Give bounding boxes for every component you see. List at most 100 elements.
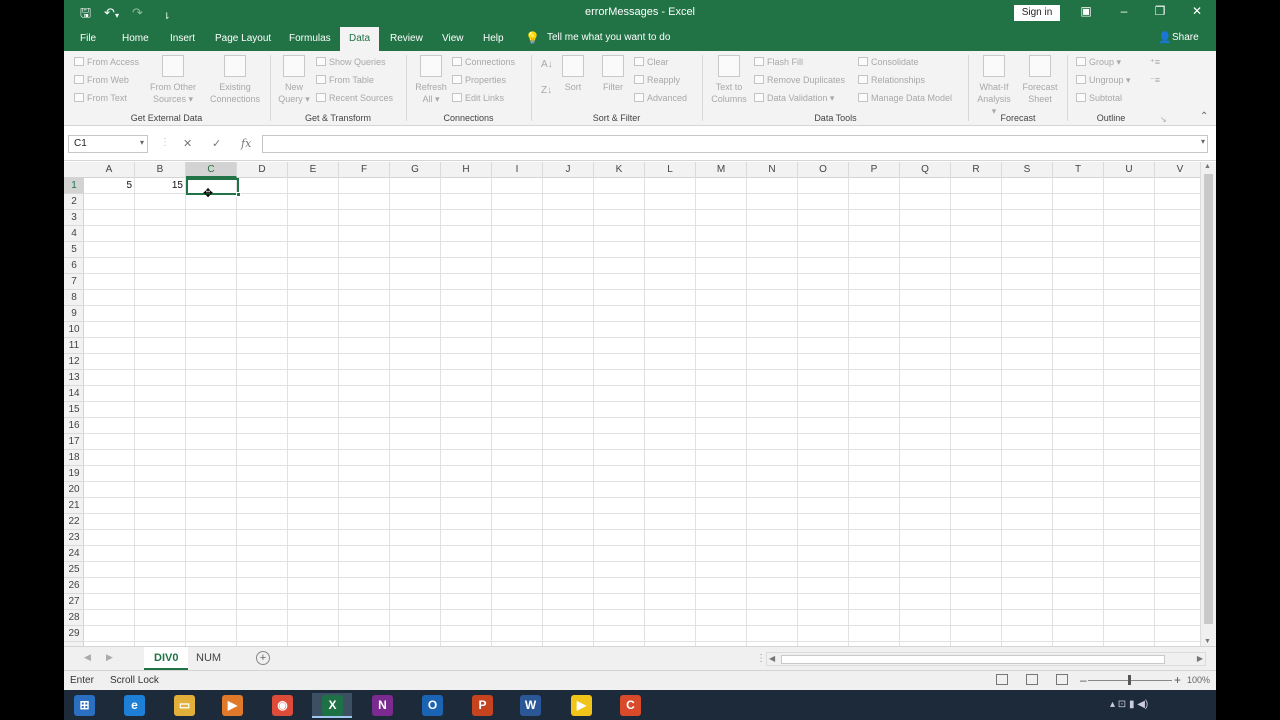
next-sheet-icon[interactable]: ▶: [106, 652, 113, 663]
row-header-17[interactable]: 17: [64, 434, 84, 450]
tab-page-layout[interactable]: Page Layout: [215, 33, 271, 44]
sort-descending-icon[interactable]: Z↓: [541, 85, 552, 96]
insert-function-icon[interactable]: fx: [241, 137, 251, 150]
from-access-button[interactable]: From Access: [74, 57, 139, 67]
zoom-level[interactable]: 100%: [1187, 675, 1210, 685]
outline-settings-launcher-icon[interactable]: ↘: [1160, 115, 1167, 124]
from-text-button[interactable]: From Text: [74, 93, 127, 103]
column-header-r[interactable]: R: [951, 162, 1002, 178]
from-table-button[interactable]: From Table: [316, 75, 374, 85]
taskbar-media-player[interactable]: ▶: [212, 693, 252, 718]
scroll-down-icon[interactable]: ▼: [1204, 638, 1211, 645]
row-header-23[interactable]: 23: [64, 530, 84, 546]
tab-view[interactable]: View: [442, 33, 464, 44]
column-header-s[interactable]: S: [1002, 162, 1053, 178]
ribbon-display-options-icon[interactable]: ▣: [1076, 4, 1096, 18]
taskbar-excel[interactable]: X: [312, 693, 352, 718]
column-header-c[interactable]: C: [186, 162, 237, 178]
reapply-button[interactable]: Reapply: [634, 75, 680, 85]
cell-area[interactable]: 5 15: [84, 178, 1200, 646]
tab-formulas[interactable]: Formulas: [289, 33, 331, 44]
close-icon[interactable]: ✕: [1187, 4, 1207, 18]
column-header-e[interactable]: E: [288, 162, 339, 178]
new-query-button[interactable]: New Query ▾: [276, 55, 312, 105]
data-validation-button[interactable]: Data Validation ▾: [754, 93, 834, 104]
column-header-h[interactable]: H: [441, 162, 492, 178]
row-header-1[interactable]: 1: [64, 178, 84, 194]
column-header-j[interactable]: J: [543, 162, 594, 178]
column-header-v[interactable]: V: [1155, 162, 1206, 178]
row-header-9[interactable]: 9: [64, 306, 84, 322]
manage-data-model-button[interactable]: Manage Data Model: [858, 93, 952, 103]
horizontal-scrollbar[interactable]: ◀ ▶: [766, 652, 1206, 666]
zoom-in-icon[interactable]: +: [1174, 673, 1181, 687]
refresh-all-button[interactable]: Refresh All ▾: [412, 55, 450, 105]
tab-insert[interactable]: Insert: [170, 33, 195, 44]
recent-sources-button[interactable]: Recent Sources: [316, 93, 393, 103]
row-header-25[interactable]: 25: [64, 562, 84, 578]
advanced-button[interactable]: Advanced: [634, 93, 687, 103]
prev-sheet-icon[interactable]: ◀: [84, 652, 91, 663]
what-if-analysis-button[interactable]: What-If Analysis ▾: [974, 55, 1014, 117]
row-header-6[interactable]: 6: [64, 258, 84, 274]
taskbar-internet-explorer[interactable]: e: [114, 693, 154, 718]
column-header-a[interactable]: A: [84, 162, 135, 178]
scroll-right-icon[interactable]: ▶: [1197, 654, 1203, 663]
vertical-scroll-thumb[interactable]: [1204, 174, 1213, 624]
subtotal-button[interactable]: Subtotal: [1076, 93, 1122, 103]
row-header-16[interactable]: 16: [64, 418, 84, 434]
taskbar-word[interactable]: W: [510, 693, 550, 718]
column-header-o[interactable]: O: [798, 162, 849, 178]
column-header-u[interactable]: U: [1104, 162, 1155, 178]
system-tray[interactable]: ▴ ⊡ ▮ ◀): [1110, 699, 1148, 710]
existing-connections-button[interactable]: Existing Connections: [206, 55, 264, 105]
text-to-columns-button[interactable]: Text to Columns: [708, 55, 750, 105]
sheet-tab-num[interactable]: NUM: [186, 647, 231, 670]
row-header-10[interactable]: 10: [64, 322, 84, 338]
column-header-m[interactable]: M: [696, 162, 747, 178]
name-box-dropdown-icon[interactable]: ▾: [140, 138, 144, 147]
tab-help[interactable]: Help: [483, 33, 504, 44]
row-header-15[interactable]: 15: [64, 402, 84, 418]
remove-duplicates-button[interactable]: Remove Duplicates: [754, 75, 845, 85]
tab-data[interactable]: Data: [340, 27, 380, 52]
scroll-up-icon[interactable]: ▲: [1204, 163, 1211, 170]
taskbar-chrome[interactable]: ◉: [262, 693, 302, 718]
row-header-11[interactable]: 11: [64, 338, 84, 354]
filter-button[interactable]: Filter: [596, 55, 630, 93]
sort-button[interactable]: Sort: [558, 55, 588, 93]
collapse-ribbon-icon[interactable]: ⌃: [1200, 111, 1208, 122]
taskbar-start[interactable]: ⊞: [64, 693, 104, 718]
flash-fill-button[interactable]: Flash Fill: [754, 57, 803, 67]
column-header-p[interactable]: P: [849, 162, 900, 178]
cell-b1[interactable]: 15: [135, 178, 186, 194]
row-header-20[interactable]: 20: [64, 482, 84, 498]
row-header-4[interactable]: 4: [64, 226, 84, 242]
connections-button[interactable]: Connections: [452, 57, 515, 67]
row-header-8[interactable]: 8: [64, 290, 84, 306]
row-header-24[interactable]: 24: [64, 546, 84, 562]
scroll-left-icon[interactable]: ◀: [769, 654, 775, 663]
column-header-d[interactable]: D: [237, 162, 288, 178]
row-header-18[interactable]: 18: [64, 450, 84, 466]
taskbar-powerpoint[interactable]: P: [462, 693, 502, 718]
sheet-tab-div0[interactable]: DIV0: [144, 647, 189, 670]
row-header-29[interactable]: 29: [64, 626, 84, 642]
sign-in-button[interactable]: Sign in: [1014, 5, 1060, 21]
row-header-12[interactable]: 12: [64, 354, 84, 370]
tab-home[interactable]: Home: [122, 33, 149, 44]
group-button[interactable]: Group ▾: [1076, 57, 1121, 68]
taskbar-file-explorer[interactable]: ▭: [164, 693, 204, 718]
minimize-icon[interactable]: –: [1114, 4, 1134, 18]
zoom-out-icon[interactable]: –: [1080, 673, 1087, 687]
forecast-sheet-button[interactable]: Forecast Sheet: [1020, 55, 1060, 105]
vertical-scrollbar[interactable]: ▲ ▼: [1200, 162, 1216, 646]
show-queries-button[interactable]: Show Queries: [316, 57, 386, 67]
column-header-n[interactable]: N: [747, 162, 798, 178]
properties-button[interactable]: Properties: [452, 75, 506, 85]
row-header-19[interactable]: 19: [64, 466, 84, 482]
row-header-26[interactable]: 26: [64, 578, 84, 594]
worksheet-grid[interactable]: ABCDEFGHIJKLMNOPQRSTUV 1 2 3 4 5 6 7 8 9 10 11 12 13…: [64, 162, 1216, 646]
tell-me-search[interactable]: Tell me what you want to do: [547, 32, 670, 43]
sort-ascending-icon[interactable]: A↓: [541, 59, 553, 70]
